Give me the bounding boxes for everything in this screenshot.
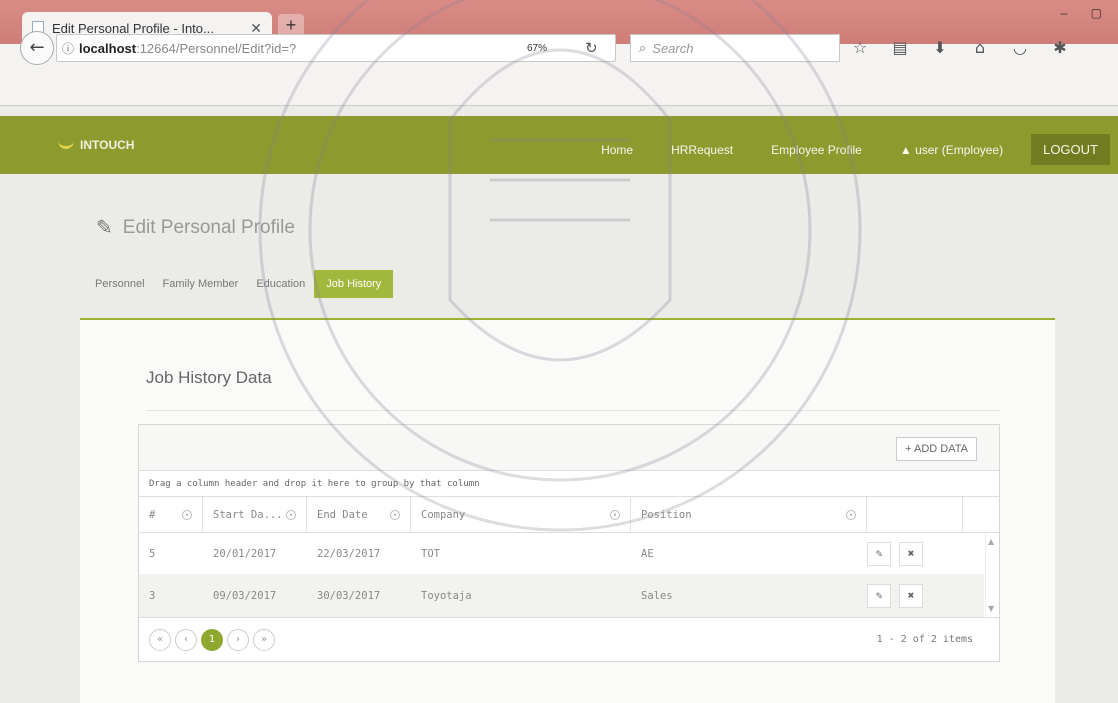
- cell-company: Toyotaja: [421, 589, 472, 602]
- scroll-down-icon[interactable]: ▼: [988, 604, 994, 613]
- browser-toolbar-icons: ☆ ▤ ⬇ ⌂ ◡ ✱: [850, 38, 1070, 57]
- job-history-grid: + ADD DATA Drag a column header and drop…: [138, 424, 1000, 662]
- user-menu[interactable]: ▲ user (Employee): [900, 143, 1003, 157]
- cell-position: Sales: [641, 589, 673, 602]
- filter-icon[interactable]: ▾: [846, 509, 856, 520]
- previous-page-icon[interactable]: ‹: [175, 628, 197, 651]
- app-header: INTOUCH Home HRRequest Employee Profile …: [0, 116, 1118, 174]
- column-label: Company: [421, 508, 466, 521]
- page-number-button[interactable]: 1: [201, 628, 223, 651]
- cell-start-date: 20/01/2017: [213, 547, 277, 560]
- first-page-icon[interactable]: «: [149, 628, 171, 651]
- reading-list-icon[interactable]: ▤: [890, 38, 910, 57]
- filter-icon[interactable]: ▾: [182, 509, 192, 520]
- zoom-level[interactable]: 67%: [527, 43, 547, 54]
- site-info-icon[interactable]: ⓘ: [57, 40, 79, 57]
- page-heading: ✎ Edit Personal Profile: [96, 215, 295, 240]
- pencil-icon: ✎: [96, 217, 113, 239]
- column-header-number[interactable]: # ▾: [139, 497, 203, 532]
- url-host: localhost: [79, 40, 137, 56]
- column-label: Position: [641, 508, 692, 521]
- tab-personnel[interactable]: Personnel: [86, 272, 154, 296]
- cell-position: AE: [641, 547, 654, 560]
- cell-start-date: 09/03/2017: [213, 589, 277, 602]
- home-icon[interactable]: ⌂: [970, 38, 990, 57]
- column-header-position[interactable]: Position ▾: [631, 497, 867, 532]
- filter-icon[interactable]: ▾: [610, 509, 620, 520]
- search-icon: ⌕: [639, 40, 647, 55]
- column-label: End Date: [317, 508, 368, 521]
- job-history-card: Job History Data + ADD DATA Drag a colum…: [80, 318, 1055, 703]
- pager-info: 1 - 2 of 2 items: [876, 634, 973, 645]
- cell-end-date: 30/03/2017: [317, 589, 381, 602]
- column-header-company[interactable]: Company ▾: [411, 497, 631, 532]
- delete-x-icon[interactable]: ✖: [899, 541, 923, 566]
- brand-name: INTOUCH: [80, 138, 135, 152]
- grid-scrollbar[interactable]: ▲ ▼: [985, 533, 999, 617]
- group-drop-area[interactable]: Drag a column header and drop it here to…: [139, 471, 999, 497]
- user-icon: ▲: [899, 142, 912, 157]
- logo-mark-icon: [58, 141, 74, 149]
- user-label: user (Employee): [915, 142, 1004, 157]
- nav-employee-profile[interactable]: Employee Profile: [771, 143, 862, 157]
- delete-x-icon[interactable]: ✖: [899, 583, 923, 608]
- column-header-start-date[interactable]: Start Da... ▾: [203, 497, 307, 532]
- search-placeholder: Search: [652, 40, 694, 56]
- extension-icon[interactable]: ✱: [1050, 38, 1070, 57]
- cell-end-date: 22/03/2017: [317, 547, 381, 560]
- cell-number: 3: [149, 589, 156, 602]
- section-title: Job History Data: [146, 368, 272, 387]
- browser-search-input[interactable]: ⌕ Search: [630, 34, 840, 62]
- next-page-icon[interactable]: ›: [227, 628, 249, 651]
- nav-home[interactable]: Home: [601, 143, 633, 157]
- app-nav: Home HRRequest Employee Profile ▲ user (…: [601, 134, 1110, 165]
- window-controls[interactable]: – ▢: [1061, 6, 1112, 20]
- edit-pencil-icon[interactable]: ✎: [867, 583, 891, 608]
- table-row[interactable]: 3 09/03/2017 30/03/2017 Toyotaja Sales ✎…: [139, 575, 984, 617]
- filter-icon[interactable]: ▾: [286, 509, 296, 520]
- filter-icon[interactable]: ▾: [390, 509, 400, 520]
- page-title: Edit Personal Profile: [122, 216, 295, 238]
- grid-pager: « ‹ 1 › » 1 - 2 of 2 items: [139, 617, 999, 661]
- url-path: :12664/Personnel/Edit?id=?: [136, 40, 297, 56]
- logout-button[interactable]: LOGOUT: [1031, 134, 1110, 165]
- tab-job-history[interactable]: Job History: [314, 270, 394, 298]
- cell-number: 5: [149, 547, 156, 560]
- column-label: #: [149, 508, 156, 521]
- cell-company: TOT: [421, 547, 440, 560]
- back-arrow-icon[interactable]: ←: [20, 31, 54, 65]
- scroll-up-icon[interactable]: ▲: [988, 537, 994, 546]
- add-data-button[interactable]: + ADD DATA: [896, 437, 977, 461]
- column-label: Start Da...: [213, 508, 283, 521]
- address-bar[interactable]: ⓘ localhost :12664/Personnel/Edit?id=? 6…: [56, 34, 616, 62]
- grid-toolbar: + ADD DATA: [139, 425, 999, 471]
- download-icon[interactable]: ⬇: [930, 38, 950, 57]
- brand-logo[interactable]: INTOUCH: [58, 138, 134, 152]
- bookmark-star-icon[interactable]: ☆: [850, 38, 870, 57]
- column-header-end-date[interactable]: End Date ▾: [307, 497, 411, 532]
- reload-icon[interactable]: ↻: [585, 39, 598, 57]
- profile-tabs: Personnel Family Member Education Job Hi…: [86, 270, 394, 298]
- last-page-icon[interactable]: »: [253, 628, 275, 651]
- grid-header: # ▾ Start Da... ▾ End Date ▾ Company ▾ Posit…: [139, 497, 999, 533]
- nav-hrrequest[interactable]: HRRequest: [671, 143, 733, 157]
- pocket-icon[interactable]: ◡: [1010, 38, 1030, 57]
- table-row[interactable]: 5 20/01/2017 22/03/2017 TOT AE ✎ ✖: [139, 533, 984, 575]
- tab-family-member[interactable]: Family Member: [154, 272, 248, 296]
- tab-education[interactable]: Education: [247, 272, 314, 296]
- section-divider: [146, 410, 1001, 411]
- column-header-actions: [867, 497, 963, 532]
- edit-pencil-icon[interactable]: ✎: [867, 541, 891, 566]
